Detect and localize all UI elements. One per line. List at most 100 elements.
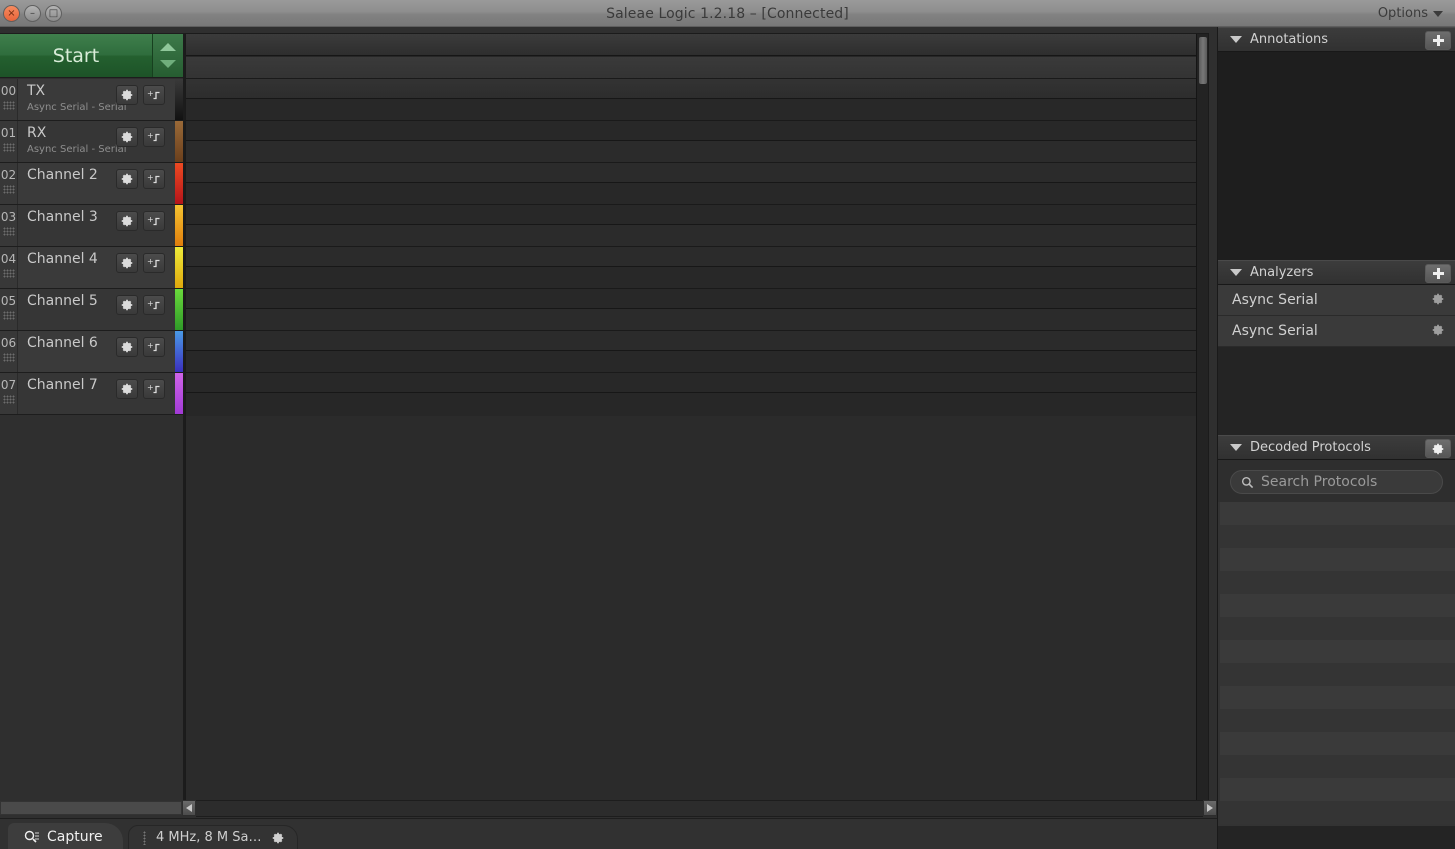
analyzer-settings-button[interactable] — [1431, 323, 1445, 341]
list-item[interactable] — [1220, 594, 1455, 617]
channel-row[interactable]: 07 Channel 7 + — [0, 373, 183, 415]
chevron-down-icon — [1433, 10, 1443, 17]
channel-number-handle[interactable]: 02 — [0, 163, 18, 204]
tab-capture[interactable]: Capture — [8, 823, 123, 849]
channel-settings-button[interactable] — [116, 169, 138, 189]
channel-trigger-button[interactable]: + — [143, 127, 165, 147]
channel-settings-button[interactable] — [116, 253, 138, 273]
channel-number-handle[interactable]: 04 — [0, 247, 18, 288]
list-item[interactable] — [1220, 640, 1455, 663]
add-annotation-button[interactable] — [1425, 31, 1451, 50]
channel-trigger-button[interactable]: + — [143, 211, 165, 231]
list-item[interactable] — [1220, 686, 1455, 709]
channel-number-handle[interactable]: 07 — [0, 373, 18, 414]
analyzer-item[interactable]: Async Serial — [1218, 316, 1455, 347]
channel-row[interactable]: 05 Channel 5 + — [0, 289, 183, 331]
channel-number-handle[interactable]: 05 — [0, 289, 18, 330]
chevron-down-icon[interactable] — [1230, 269, 1242, 276]
waveform-row[interactable] — [186, 57, 1208, 99]
list-item[interactable] — [1220, 617, 1455, 640]
drag-handle-icon[interactable] — [2, 143, 15, 152]
list-item[interactable] — [1220, 502, 1455, 525]
list-item[interactable] — [1220, 801, 1455, 824]
add-analyzer-button[interactable] — [1425, 264, 1451, 283]
channel-trigger-button[interactable]: + — [143, 85, 165, 105]
drag-handle-icon[interactable] — [2, 185, 15, 194]
drag-handle-icon[interactable] — [2, 101, 15, 110]
horizontal-scrollbar-track[interactable] — [196, 799, 1203, 817]
drag-handle-icon[interactable] — [2, 269, 15, 278]
drag-handle-icon[interactable] — [2, 227, 15, 236]
right-sidebar: Annotations Analyzers Async Serial Async… — [1217, 27, 1455, 849]
channel-trigger-button[interactable]: + — [143, 379, 165, 399]
analyzer-settings-button[interactable] — [1431, 292, 1445, 310]
channel-settings-button[interactable] — [116, 379, 138, 399]
channel-row[interactable]: 01 RX Async Serial - Serial + — [0, 121, 183, 163]
waveform-row[interactable] — [186, 309, 1208, 351]
list-item[interactable] — [1220, 732, 1455, 755]
channel-settings-button[interactable] — [116, 85, 138, 105]
channel-row[interactable]: 02 Channel 2 + — [0, 163, 183, 205]
analyzer-item[interactable]: Async Serial — [1218, 285, 1455, 316]
channel-trigger-button[interactable]: + — [143, 295, 165, 315]
drag-handle-icon[interactable] — [2, 353, 15, 362]
channel-row[interactable]: 00 TX Async Serial - Serial + — [0, 79, 183, 121]
list-item[interactable] — [1220, 548, 1455, 571]
panel-header-analyzers[interactable]: Analyzers — [1218, 260, 1455, 285]
waveform-row[interactable] — [186, 267, 1208, 309]
channel-number-handle[interactable]: 06 — [0, 331, 18, 372]
list-item[interactable] — [1220, 755, 1455, 778]
vertical-scrollbar-thumb[interactable] — [1199, 37, 1207, 84]
channel-trigger-button[interactable]: + — [143, 253, 165, 273]
arrow-down-icon[interactable] — [160, 60, 176, 69]
waveform-rows — [186, 57, 1208, 807]
panel-header-decoded-protocols[interactable]: Decoded Protocols — [1218, 435, 1455, 460]
waveform-pane[interactable] — [185, 33, 1209, 808]
annotations-list[interactable] — [1218, 52, 1455, 260]
scroll-left-button[interactable] — [182, 800, 196, 816]
channel-settings-button[interactable] — [116, 295, 138, 315]
drag-handle-icon[interactable] — [2, 395, 15, 404]
channel-number-handle[interactable]: 00 — [0, 79, 18, 120]
timeline-ruler[interactable] — [186, 34, 1208, 56]
decoded-protocols-settings-button[interactable] — [1425, 439, 1451, 458]
channel-trigger-button[interactable]: + — [143, 169, 165, 189]
channel-settings-button[interactable] — [116, 211, 138, 231]
channel-row[interactable]: 03 Channel 3 + — [0, 205, 183, 247]
gear-icon — [121, 89, 133, 101]
channel-number-handle[interactable]: 03 — [0, 205, 18, 246]
list-item[interactable] — [1220, 571, 1455, 594]
channel-row[interactable]: 04 Channel 4 + — [0, 247, 183, 289]
waveform-row[interactable] — [186, 183, 1208, 225]
channel-color-strip — [175, 205, 183, 246]
options-menu[interactable]: Options — [1378, 0, 1443, 27]
chevron-down-icon[interactable] — [1230, 36, 1242, 43]
chevron-down-icon[interactable] — [1230, 444, 1242, 451]
channel-number-handle[interactable]: 01 — [0, 121, 18, 162]
waveform-row[interactable] — [186, 99, 1208, 141]
waveform-empty-area[interactable] — [186, 416, 1208, 807]
channel-trigger-button[interactable]: + — [143, 337, 165, 357]
start-button[interactable]: Start — [0, 34, 153, 77]
list-item[interactable] — [1220, 525, 1455, 548]
list-item[interactable] — [1220, 709, 1455, 732]
scroll-right-button[interactable] — [1203, 800, 1217, 816]
channel-row[interactable]: 06 Channel 6 + — [0, 331, 183, 373]
drag-handle-icon[interactable] — [2, 311, 15, 320]
panel-header-annotations[interactable]: Annotations — [1218, 27, 1455, 52]
drag-handle-icon[interactable] — [143, 830, 146, 845]
waveform-vertical-scrollbar[interactable] — [1196, 34, 1208, 807]
channel-settings-button[interactable] — [116, 337, 138, 357]
decoded-protocols-list[interactable] — [1220, 502, 1455, 826]
search-protocols-input[interactable]: Search Protocols — [1230, 470, 1443, 494]
waveform-row[interactable] — [186, 351, 1208, 393]
list-item[interactable] — [1220, 778, 1455, 801]
gear-icon — [1432, 443, 1444, 454]
channel-settings-button[interactable] — [116, 127, 138, 147]
decoded-protocols-panel: Search Protocols — [1218, 460, 1455, 826]
waveform-row[interactable] — [186, 225, 1208, 267]
arrow-up-icon[interactable] — [160, 42, 176, 51]
list-item[interactable] — [1220, 663, 1455, 686]
tab-capture-settings[interactable]: 4 MHz, 8 M Sa… — [128, 825, 299, 849]
waveform-row[interactable] — [186, 141, 1208, 183]
